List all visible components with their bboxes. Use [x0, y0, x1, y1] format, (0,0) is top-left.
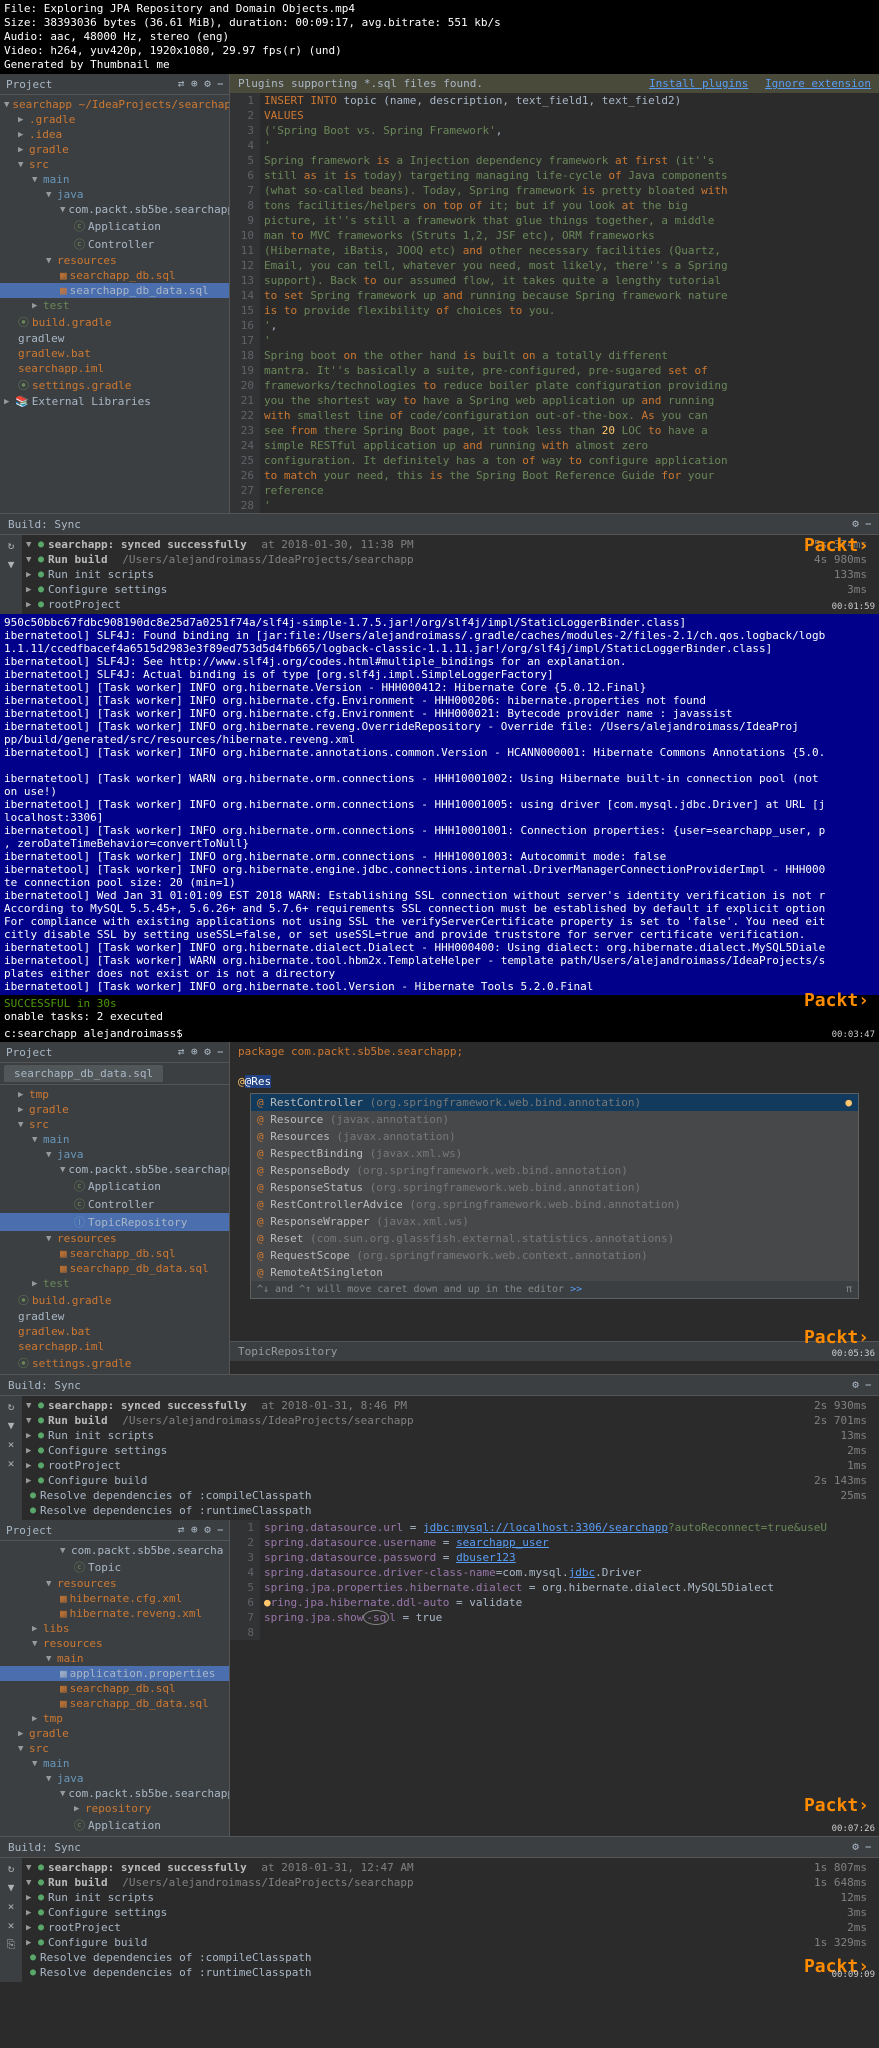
ide-frame-3: Project⇄ ⊕ ⚙ ⎯ ▼com.packt.sb5be.searcha … [0, 1520, 879, 1836]
ac-item[interactable]: @ RemoteAtSingleton [251, 1264, 858, 1281]
video-metadata: File: Exploring JPA Repository and Domai… [0, 0, 879, 74]
tree-resources[interactable]: ▼resources [0, 253, 229, 268]
tree-idea[interactable]: ▶.idea [0, 127, 229, 142]
tree-db-sql[interactable]: ▦searchapp_db.sql [0, 268, 229, 283]
project-sidebar-2: Project ⇄ ⊕ ⚙ ⎯ searchapp_db_data.sql ▶t… [0, 1042, 230, 1374]
sync-tree[interactable]: ▼●searchapp: synced successfully at 2018… [22, 535, 879, 614]
code-content[interactable]: INSERT INTO topic (name, description, te… [260, 93, 879, 513]
ac-item[interactable]: @ RestControllerAdvice (org.springframew… [251, 1196, 858, 1213]
packt-logo: Packt› [804, 1795, 869, 1816]
tree-java[interactable]: ▼java [0, 187, 229, 202]
project-header-2[interactable]: Project ⇄ ⊕ ⚙ ⎯ [0, 1042, 229, 1063]
tree-root[interactable]: ▼searchapp ~/IdeaProjects/searchapp [0, 97, 229, 112]
ac-item[interactable]: @ Resources (javax.annotation) [251, 1128, 858, 1145]
build-sync-panel-1: ↻▼ ▼●searchapp: synced successfully at 2… [0, 535, 879, 614]
audio-line: Audio: aac, 48000 Hz, stereo (eng) [4, 30, 875, 44]
ac-item[interactable]: @ ResponseWrapper (javax.xml.ws) [251, 1213, 858, 1230]
ac-item[interactable]: @ Resource (javax.annotation) [251, 1111, 858, 1128]
tree-ext-libs[interactable]: ▶📚External Libraries [0, 394, 229, 409]
tree-package[interactable]: ▼com.packt.sb5be.searchapp [0, 202, 229, 217]
autocomplete-popup[interactable]: @ RestController (org.springframework.we… [250, 1093, 859, 1299]
sql-editor[interactable]: Plugins supporting *.sql files found. In… [230, 74, 879, 513]
packt-logo: Packt› [804, 535, 869, 556]
tree-test[interactable]: ▶test [0, 298, 229, 313]
tree-settings-gradle[interactable]: ⦿settings.gradle [0, 376, 229, 394]
tree-gradlew[interactable]: gradlew [0, 331, 229, 346]
video-line: Video: h264, yuv420p, 1920x1080, 29.97 f… [4, 44, 875, 58]
ignore-extension-link[interactable]: Ignore extension [765, 77, 871, 90]
frame-timestamp: 00:01:59 [832, 602, 875, 612]
tree-build-gradle[interactable]: ⦿build.gradle [0, 313, 229, 331]
console-success: SUCCESSFUL in 30s onable tasks: 2 execut… [0, 995, 879, 1025]
notice-text: Plugins supporting *.sql files found. [238, 77, 483, 90]
ac-item[interactable]: @ ResponseBody (org.springframework.web.… [251, 1162, 858, 1179]
build-header-icons[interactable]: ⚙ ⎯ [852, 517, 871, 531]
java-editor[interactable]: package com.packt.sb5be.searchapp; @@Res… [230, 1042, 879, 1374]
console-prompt[interactable]: c:searchapp alejandroimass$ [0, 1025, 879, 1042]
tree-main[interactable]: ▼main [0, 172, 229, 187]
tree-controller[interactable]: ⓒController [0, 235, 229, 253]
ac-item[interactable]: @ RespectBinding (javax.xml.ws) [251, 1145, 858, 1162]
properties-editor[interactable]: 12345678 spring.datasource.url = jdbc:my… [230, 1520, 879, 1836]
packt-logo: Packt› [804, 1327, 869, 1348]
ac-item[interactable]: @ Reset (com.sun.org.glassfish.external.… [251, 1230, 858, 1247]
tree-gradle-hidden[interactable]: ▶.gradle [0, 112, 229, 127]
tree-gradlew-iml[interactable]: searchapp.iml [0, 361, 229, 376]
project-sidebar-3: Project⇄ ⊕ ⚙ ⎯ ▼com.packt.sb5be.searcha … [0, 1520, 230, 1836]
size-line: Size: 38393036 bytes (36.61 MiB), durati… [4, 16, 875, 30]
tab-sql[interactable]: searchapp_db_data.sql [4, 1065, 163, 1082]
ide-frame-2: Project ⇄ ⊕ ⚙ ⎯ searchapp_db_data.sql ▶t… [0, 1042, 879, 1374]
project-label: Project [6, 78, 52, 91]
install-plugins-link[interactable]: Install plugins [649, 77, 748, 90]
build-sync-header-2[interactable]: Build: Sync⚙ ⎯ [0, 1374, 879, 1396]
build-sync-header-1[interactable]: Build: Sync ⚙ ⎯ [0, 513, 879, 535]
tree-gradle[interactable]: ▶gradle [0, 142, 229, 157]
code-area[interactable]: 1234567891011121314151617181920212223242… [230, 93, 879, 513]
line-gutter: 1234567891011121314151617181920212223242… [230, 93, 260, 513]
console-output[interactable]: 950c50bbc67fdbc908190dc8e25d7a0251f74a/s… [0, 614, 879, 995]
project-toolbar-icons[interactable]: ⇄ ⊕ ⚙ ⎯ [178, 77, 223, 91]
build-sync-panel-2: ↻▼×✕ ▼●searchapp: synced successfully at… [0, 1396, 879, 1520]
plugin-notice-bar: Plugins supporting *.sql files found. In… [230, 74, 879, 93]
build-sync-header-3[interactable]: Build: Sync⚙ ⎯ [0, 1836, 879, 1858]
ac-item[interactable]: @ RestController (org.springframework.we… [251, 1094, 858, 1111]
ide-frame-1: Project ⇄ ⊕ ⚙ ⎯ ▼searchapp ~/IdeaProject… [0, 74, 879, 513]
project-tree[interactable]: ▼searchapp ~/IdeaProjects/searchapp ▶.gr… [0, 95, 229, 411]
editor-content[interactable]: package com.packt.sb5be.searchapp; @@Res [230, 1042, 879, 1091]
tree-gradlew-bat[interactable]: gradlew.bat [0, 346, 229, 361]
ac-footer: ^↓ and ^↑ will move caret down and up in… [251, 1281, 858, 1298]
gen-line: Generated by Thumbnail me [4, 58, 875, 72]
tree-src[interactable]: ▼src [0, 157, 229, 172]
packt-logo: Packt› [804, 990, 869, 1011]
project-sidebar: Project ⇄ ⊕ ⚙ ⎯ ▼searchapp ~/IdeaProject… [0, 74, 230, 513]
sync-toolbar[interactable]: ↻▼ [0, 535, 22, 614]
ac-item[interactable]: @ ResponseStatus (org.springframework.we… [251, 1179, 858, 1196]
tree-db-data-sql[interactable]: ▦searchapp_db_data.sql [0, 283, 229, 298]
build-sync-panel-3: ↻▼×✕⎘ ▼●searchapp: synced successfully a… [0, 1858, 879, 1982]
project-tree-2[interactable]: ▶tmp ▶gradle ▼src ▼main ▼java ▼com.packt… [0, 1085, 229, 1374]
file-line: File: Exploring JPA Repository and Domai… [4, 2, 875, 16]
ac-item[interactable]: @ RequestScope (org.springframework.web.… [251, 1247, 858, 1264]
editor-tab-bar[interactable]: searchapp_db_data.sql [0, 1063, 229, 1085]
tree-application[interactable]: ⓒApplication [0, 217, 229, 235]
status-bar: TopicRepository Packt› 00:05:36 [230, 1341, 879, 1361]
project-toolwindow-header[interactable]: Project ⇄ ⊕ ⚙ ⎯ [0, 74, 229, 95]
